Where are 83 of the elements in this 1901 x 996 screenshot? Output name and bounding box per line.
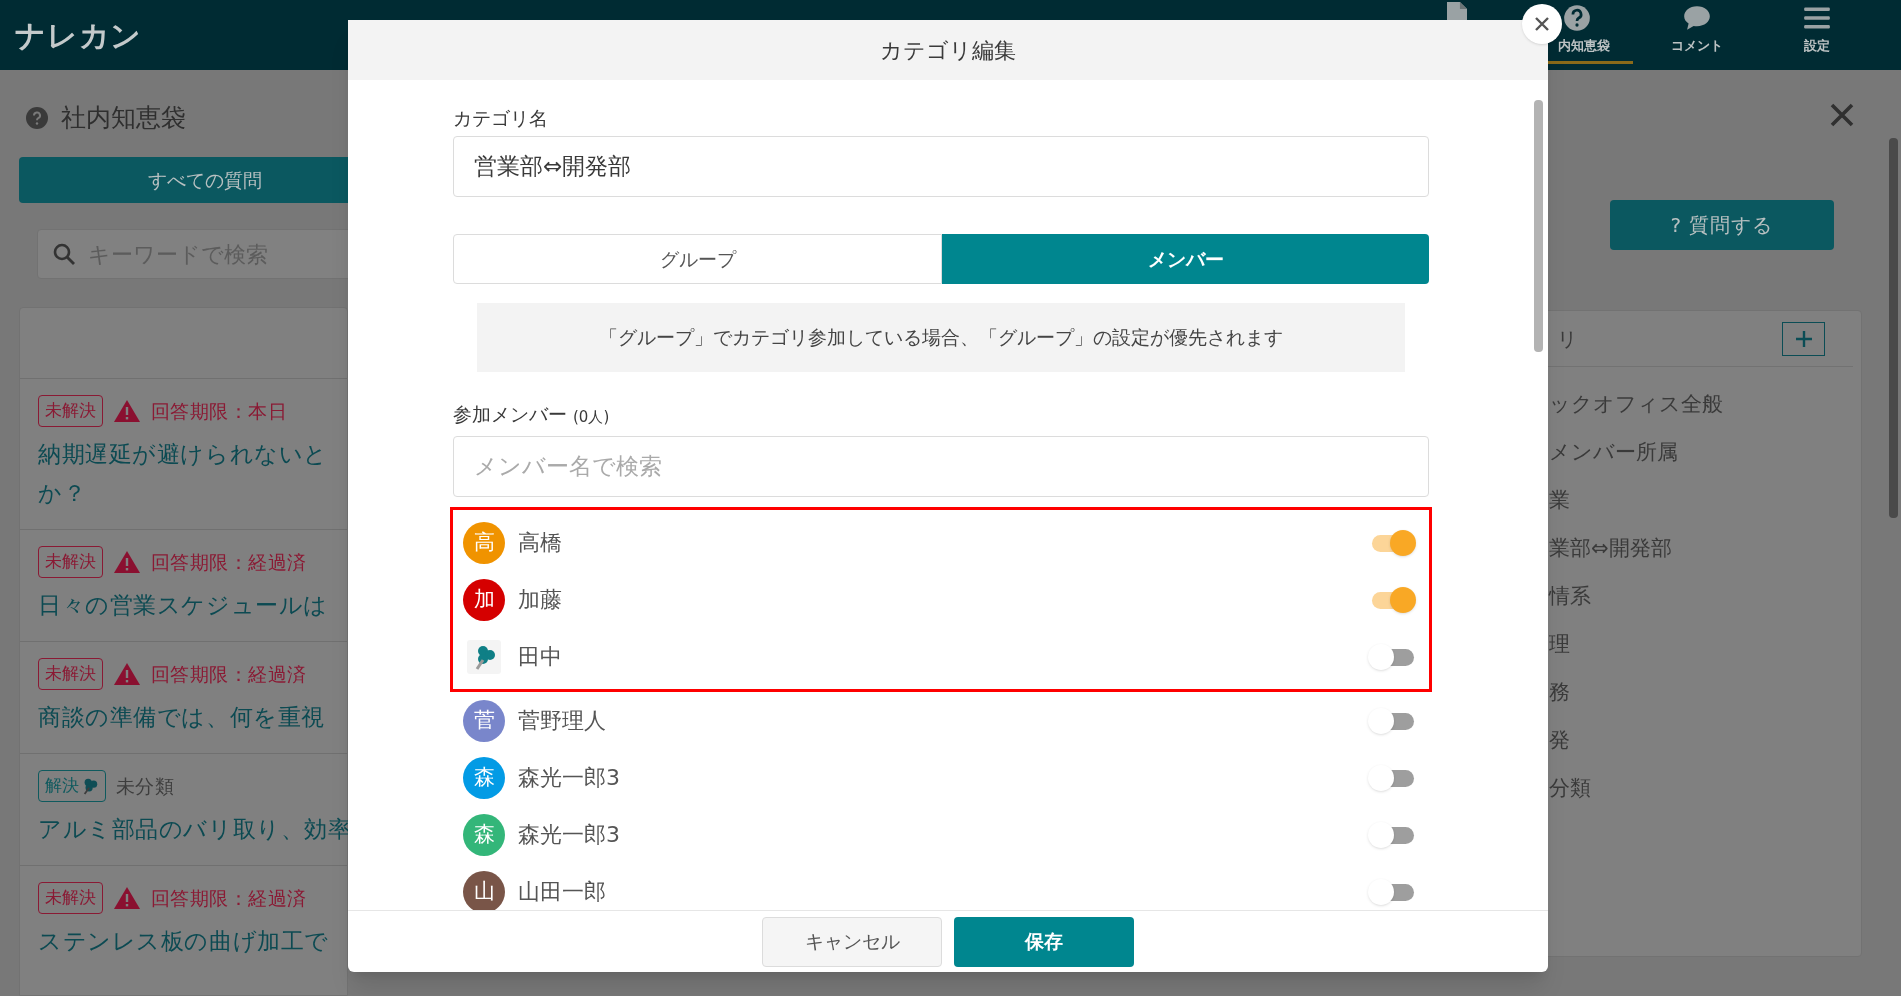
question-title[interactable]: 商談の準備では、何を重視 [38, 698, 347, 737]
segment-tab[interactable]: メンバー [942, 234, 1429, 284]
category-item[interactable]: 分類 [1549, 773, 1861, 821]
member-name: 森光一郎3 [518, 764, 621, 792]
member-name: 山田一郎 [518, 878, 607, 906]
close-icon [1830, 103, 1854, 127]
category-item[interactable]: 発 [1549, 725, 1861, 773]
toggle-switch[interactable] [1368, 878, 1416, 905]
avatar: 高 [463, 521, 505, 564]
question-item[interactable]: 未解決 回答期限：本日 納期遅延が避けられないと か？ [20, 378, 347, 529]
help-icon [25, 106, 49, 130]
toggle-switch[interactable] [1368, 643, 1416, 670]
field-label: 参加メンバー [453, 401, 567, 427]
status-tag: 未解決 [38, 395, 103, 427]
save-button[interactable]: 保存 [954, 916, 1134, 967]
close-icon [1534, 16, 1550, 32]
category-name-field[interactable]: 営業部⇔開発部 [453, 136, 1429, 197]
avatar: 加 [463, 578, 505, 621]
question-item[interactable]: 未解決 回答期限：経過済 日々の営業スケジュールは [20, 529, 347, 641]
avatar: 森 [463, 756, 505, 799]
question-item[interactable]: 未解決 回答期限：経過済 ステンレス板の曲げ加工で [20, 865, 347, 977]
status-tag: 未解決 [38, 882, 103, 914]
question-title[interactable]: 納期遅延が避けられないと か？ [38, 435, 347, 513]
page-title: 社内知恵袋 [61, 102, 186, 135]
card-title: リ [1557, 325, 1577, 353]
category-item[interactable]: 業部⇔開発部 [1549, 533, 1861, 581]
toggle-switch[interactable] [1368, 764, 1416, 791]
question-meta: 回答期限：経過済 [151, 885, 307, 911]
category-item[interactable]: メンバー所属 [1549, 437, 1861, 485]
speech-bubble-icon [1683, 4, 1711, 32]
warning-icon [113, 886, 141, 910]
category-item[interactable]: ックオフィス全般 [1549, 389, 1861, 437]
status-tag: 未解決 [38, 546, 103, 578]
document-icon [1447, 2, 1467, 20]
category-item[interactable]: 業 [1549, 485, 1861, 533]
segment-tab[interactable]: グループ [453, 234, 942, 284]
avatar: 山 [463, 870, 505, 910]
field-label: カテゴリ名 [453, 106, 549, 128]
question-title[interactable]: 日々の営業スケジュールは [38, 586, 347, 625]
warning-icon [113, 550, 141, 574]
member-name: 菅野理人 [518, 707, 607, 735]
avatar: 森 [463, 813, 505, 856]
dialog-title: カテゴリ編集 [880, 36, 1016, 65]
nav-tab[interactable]: コメント [1637, 0, 1757, 70]
add-category-button[interactable] [1782, 321, 1825, 356]
warning-icon [113, 399, 141, 423]
question-icon [1563, 4, 1591, 32]
member-count: (0人) [573, 406, 610, 428]
member-name: 森光一郎3 [518, 821, 621, 849]
member-name: 高橋 [518, 529, 563, 557]
question-title[interactable]: ステンレス板の曲げ加工で [38, 922, 347, 961]
plus-icon [1793, 328, 1814, 349]
nav-tab[interactable]: 設定 [1757, 0, 1877, 70]
question-item[interactable]: 解決 未分類 アルミ部品のバリ取り、効率 [20, 753, 347, 865]
toggle-switch[interactable] [1368, 821, 1416, 848]
question-title[interactable]: アルミ部品のバリ取り、効率 [38, 810, 347, 849]
member-search-field[interactable]: メンバー名で検索 [453, 436, 1429, 497]
cancel-button[interactable]: キャンセル [762, 916, 942, 967]
status-tag: 未解決 [38, 658, 103, 690]
status-tag: 解決 [38, 770, 106, 802]
member-search-input[interactable]: メンバー名で検索 [474, 449, 1428, 484]
question-meta: 回答期限：経過済 [151, 549, 307, 575]
question-item[interactable]: 未解決 回答期限：経過済 商談の準備では、何を重視 [20, 641, 347, 753]
info-note: 「グループ」でカテゴリ参加している場合、「グループ」の設定が優先されます [477, 303, 1405, 372]
member-name: 加藤 [518, 586, 563, 614]
question-meta: 回答期限：本日 [151, 398, 288, 424]
ask-question-button[interactable]: ? 質問する [1610, 200, 1834, 250]
toggle-switch[interactable] [1368, 707, 1416, 734]
category-item[interactable]: 務 [1549, 677, 1861, 725]
warning-icon [113, 662, 141, 686]
clover-icon [81, 777, 99, 795]
scrollbar[interactable] [1534, 100, 1543, 352]
question-meta: 未分類 [116, 773, 175, 799]
category-item[interactable]: 理 [1549, 629, 1861, 677]
nav-tab[interactable]: 内知恵袋 [1517, 0, 1637, 70]
member-name: 田中 [518, 643, 563, 671]
avatar: 菅 [463, 699, 505, 742]
scrollbar[interactable] [1889, 138, 1898, 518]
category-item[interactable]: 情系 [1549, 581, 1861, 629]
search-icon [52, 242, 76, 266]
question-meta: 回答期限：経過済 [151, 661, 307, 687]
app-logo: ナレカン [14, 16, 142, 55]
clover-icon [467, 639, 501, 674]
